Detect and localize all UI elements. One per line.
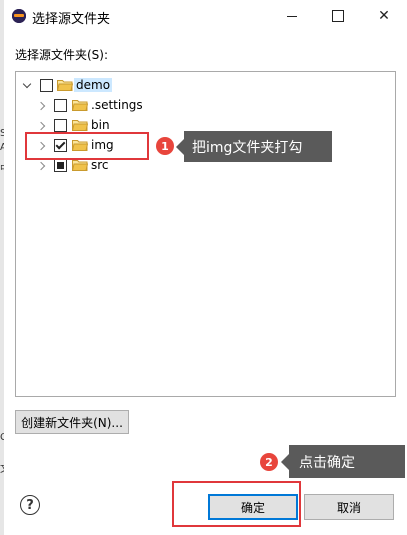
maximize-button[interactable] [315, 0, 361, 32]
annotation-callout-1: 把img文件夹打勾 [176, 131, 332, 162]
eclipse-icon [12, 9, 26, 23]
highlight-box-img [25, 132, 149, 160]
checkbox-demo[interactable] [40, 79, 53, 92]
annotation-badge-2: 2 [260, 453, 278, 471]
cancel-button[interactable]: 取消 [304, 494, 394, 520]
help-icon[interactable]: ? [20, 495, 40, 515]
tree-label-bin: bin [91, 118, 110, 132]
checkbox-src[interactable] [54, 159, 67, 172]
tree-label-demo: demo [74, 78, 113, 92]
tree-row-demo[interactable]: demo [16, 76, 395, 96]
minimize-icon [287, 15, 297, 17]
ok-button[interactable]: 确定 [208, 494, 298, 520]
tree-label-src: src [91, 158, 109, 172]
folder-tree[interactable]: demo .settings bin img src [15, 71, 396, 397]
maximize-icon [332, 10, 344, 22]
annotation-callout-2: 点击确定 [281, 445, 405, 478]
annotation-badge-1: 1 [156, 137, 174, 155]
checkbox-bin[interactable] [54, 119, 67, 132]
section-label: 选择源文件夹(S): [15, 48, 109, 62]
close-icon: ✕ [378, 8, 390, 24]
minimize-button[interactable] [269, 0, 315, 32]
chevron-right-icon[interactable] [36, 121, 46, 131]
folder-open-icon [72, 160, 88, 171]
chevron-right-icon[interactable] [36, 161, 46, 171]
title-bar: 选择源文件夹 ✕ [4, 0, 407, 32]
tree-row-settings[interactable]: .settings [16, 96, 395, 116]
new-folder-button[interactable]: 创建新文件夹(N)... [15, 410, 129, 434]
folder-open-icon [72, 120, 88, 131]
close-button[interactable]: ✕ [361, 0, 407, 32]
window-title: 选择源文件夹 [32, 12, 111, 27]
chevron-right-icon[interactable] [36, 101, 46, 111]
folder-open-icon [72, 100, 88, 111]
chevron-down-icon[interactable] [22, 79, 32, 89]
folder-open-icon [57, 80, 73, 91]
checkbox-settings[interactable] [54, 99, 67, 112]
select-source-folder-dialog: 选择源文件夹 ✕ 选择源文件夹(S): demo .settings bin i… [4, 0, 407, 535]
tree-label-settings: .settings [91, 98, 143, 112]
